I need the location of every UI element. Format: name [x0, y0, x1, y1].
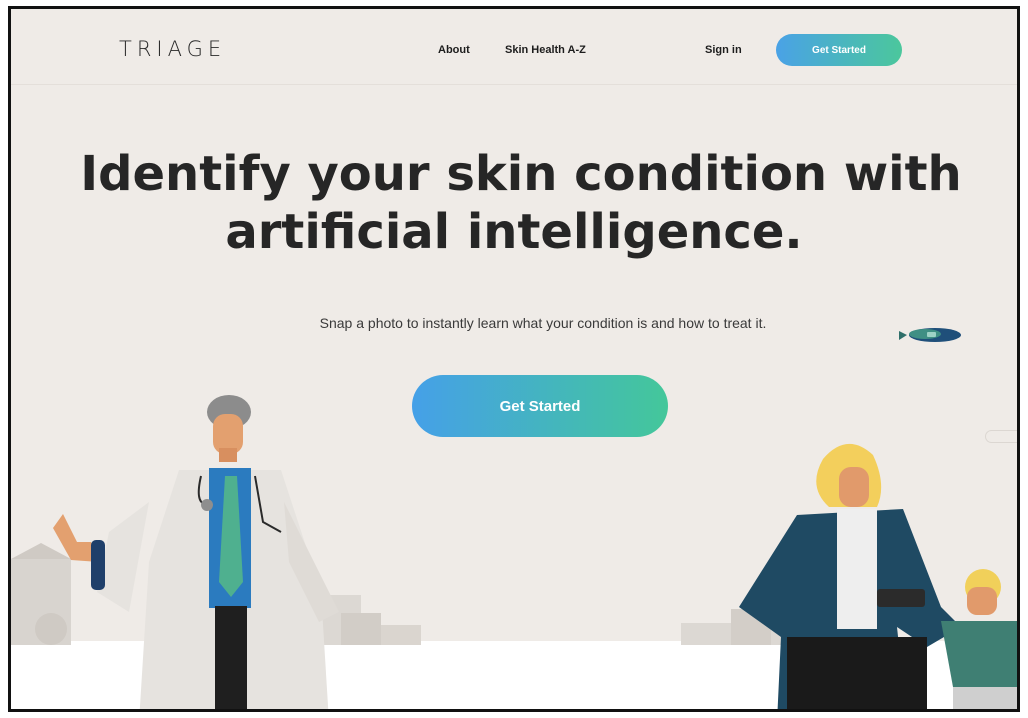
nav-about-link[interactable]: About — [438, 44, 470, 56]
hero-title: Identify your skin condition with artifi… — [11, 145, 1017, 261]
mother-child-illustration — [739, 443, 1017, 709]
site-header: TRIAGE About Skin Health A-Z Sign in Get… — [11, 9, 1017, 85]
doctor-illustration — [53, 395, 339, 709]
sign-in-link[interactable]: Sign in — [705, 44, 742, 56]
hero-subtitle: Snap a photo to instantly learn what you… — [319, 315, 767, 331]
nav-skin-health-link[interactable]: Skin Health A-Z — [505, 44, 586, 56]
header-get-started-button[interactable]: Get Started — [776, 34, 902, 66]
page-frame: TRIAGE About Skin Health A-Z Sign in Get… — [8, 6, 1020, 712]
logo[interactable]: TRIAGE — [119, 37, 226, 61]
hero-title-line1: Identify your skin condition with — [80, 146, 962, 202]
hero-title-line2: artificial intelligence. — [225, 204, 803, 260]
blimp-illustration — [899, 328, 961, 342]
hero-get-started-button[interactable]: Get Started — [412, 375, 668, 437]
